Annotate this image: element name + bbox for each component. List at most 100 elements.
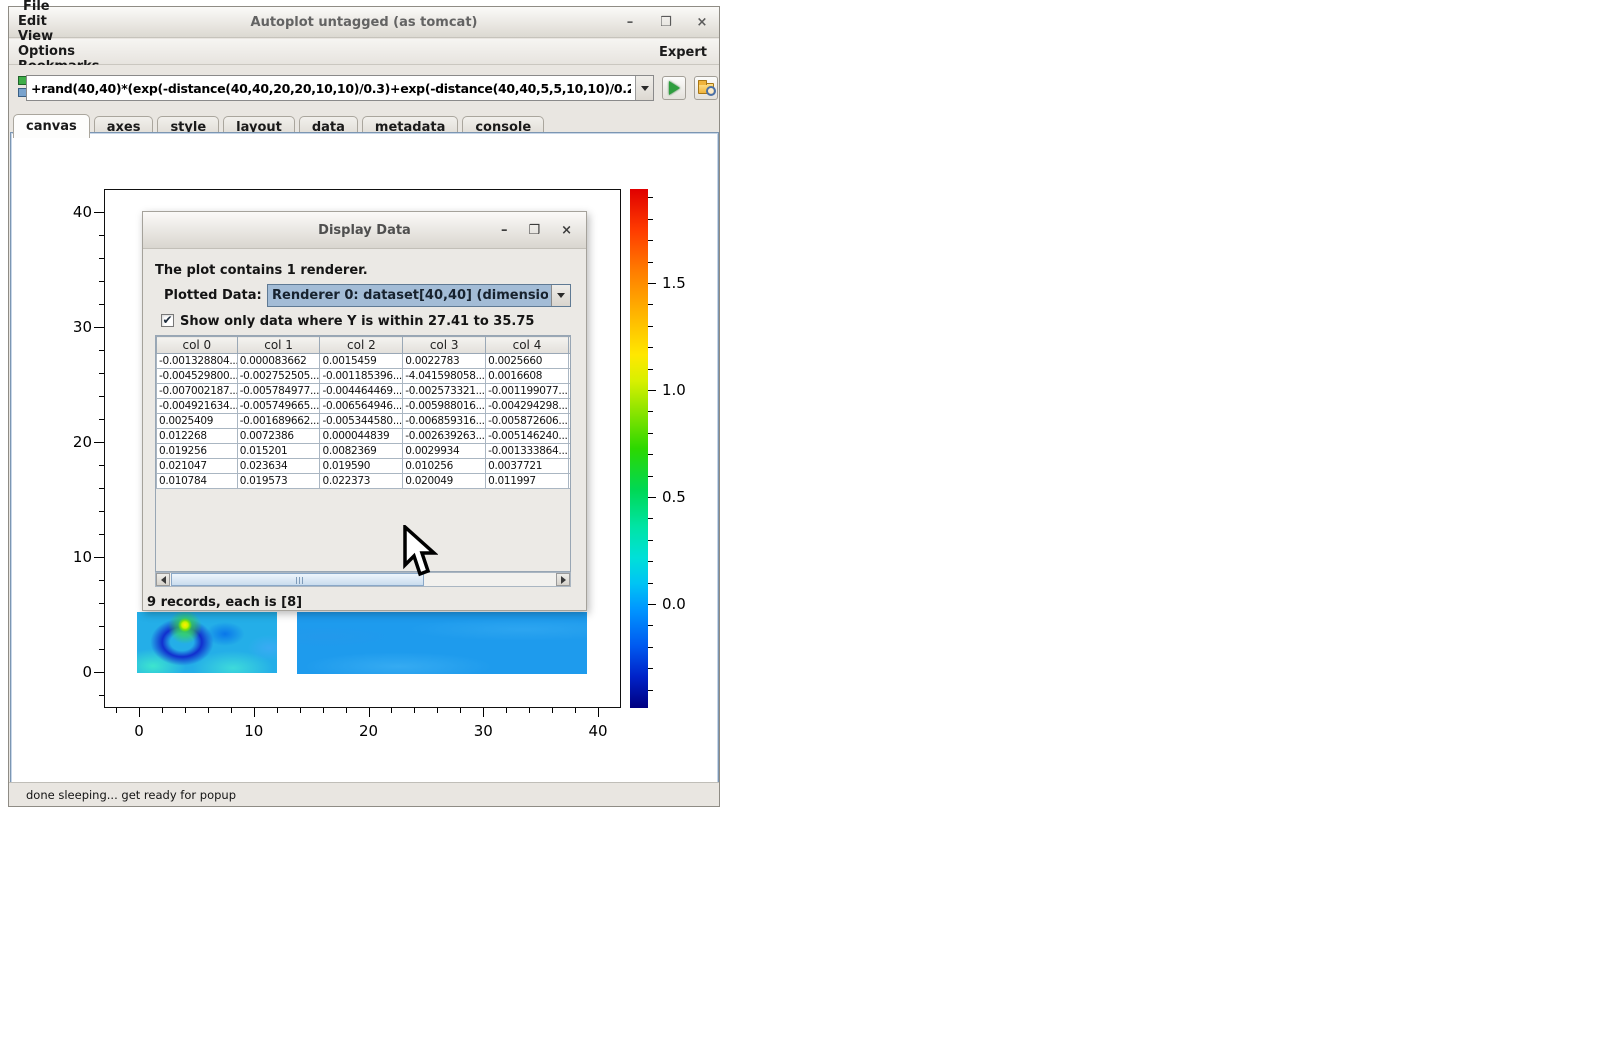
dialog-close-icon[interactable]: × <box>561 223 572 238</box>
table-cell[interactable]: 0.0029934 <box>403 444 486 459</box>
table-row: 0.0122680.00723860.000044839-0.002639263… <box>157 429 572 444</box>
plotted-data-label: Plotted Data: <box>164 288 262 303</box>
scrollbar-thumb[interactable] <box>171 573 424 586</box>
table-cell[interactable]: 0.0025409 <box>157 414 238 429</box>
table-cell[interactable]: 0.0015459 <box>320 354 403 369</box>
table-cell[interactable]: 0.020049 <box>403 474 486 489</box>
table-cell[interactable]: -0.005784977... <box>237 384 320 399</box>
window-titlebar[interactable]: Autoplot untagged (as tomcat) – ❒ × <box>9 7 719 38</box>
table-cell[interactable]: -0.0 <box>568 399 571 414</box>
data-table-viewport[interactable]: col 0col 1col 2col 3col 4 -0.001328804...… <box>155 335 571 572</box>
table-cell[interactable]: -0.004294298... <box>486 399 569 414</box>
table-cell[interactable]: -0.001328804... <box>157 354 238 369</box>
table-cell[interactable]: -0.005872606... <box>486 414 569 429</box>
table-cell[interactable]: -0.001689662... <box>237 414 320 429</box>
table-cell[interactable]: 0.00 <box>568 354 571 369</box>
table-cell[interactable]: 0.012268 <box>157 429 238 444</box>
expert-toggle[interactable]: Expert <box>659 39 707 65</box>
horizontal-scrollbar[interactable] <box>155 572 571 587</box>
table-cell[interactable]: -0.004921634... <box>157 399 238 414</box>
table-cell[interactable]: 0.00 <box>568 474 571 489</box>
dialog-minimize-icon[interactable]: – <box>501 223 508 238</box>
table-cell[interactable]: -0.002752505... <box>237 369 320 384</box>
table-cell[interactable]: -0.0 <box>568 429 571 444</box>
table-cell[interactable]: -0.004464469... <box>320 384 403 399</box>
menu-file[interactable]: File <box>9 0 109 14</box>
inspect-uri-button[interactable] <box>694 76 718 100</box>
table-cell[interactable]: 0.010784 <box>157 474 238 489</box>
table-cell[interactable]: 0.019590 <box>320 459 403 474</box>
table-cell[interactable]: 0.0082369 <box>320 444 403 459</box>
table-cell[interactable]: 0.0016608 <box>486 369 569 384</box>
table-cell[interactable]: -0.005749665... <box>237 399 320 414</box>
filter-label: Show only data where Y is within 27.41 t… <box>180 314 534 329</box>
table-cell[interactable]: -0.002639263... <box>403 429 486 444</box>
table-cell[interactable]: -0.006564946... <box>320 399 403 414</box>
scroll-right-icon[interactable] <box>556 573 570 586</box>
desktop: Autoplot untagged (as tomcat) – ❒ × File… <box>0 0 1600 1050</box>
table-cell[interactable]: -0.0 <box>568 459 571 474</box>
chevron-down-icon <box>641 86 649 91</box>
table-cell[interactable]: 0.00 <box>568 384 571 399</box>
column-header[interactable]: col 1 <box>237 337 320 354</box>
table-cell[interactable]: 0.000083662 <box>237 354 320 369</box>
table-cell[interactable]: 0.023634 <box>237 459 320 474</box>
table-cell[interactable]: -0.007002187... <box>157 384 238 399</box>
table-cell[interactable]: 0.000044839 <box>320 429 403 444</box>
menu-edit[interactable]: Edit <box>9 14 109 29</box>
column-header[interactable]: col 0 <box>157 337 238 354</box>
column-header[interactable]: col 4 <box>486 337 569 354</box>
close-icon[interactable]: × <box>695 16 709 30</box>
table-cell[interactable]: 0.019256 <box>157 444 238 459</box>
column-header[interactable]: col 3 <box>403 337 486 354</box>
table-row: 0.0192560.0152010.00823690.0029934-0.001… <box>157 444 572 459</box>
table-row: -0.007002187...-0.005784977...-0.0044644… <box>157 384 572 399</box>
display-data-dialog: Display Data – ❒ × The plot contains 1 r… <box>142 211 587 611</box>
table-row: -0.001328804...0.0000836620.00154590.002… <box>157 354 572 369</box>
table-cell[interactable]: 0.015201 <box>237 444 320 459</box>
table-row: -0.004529800...-0.002752505...-0.0011853… <box>157 369 572 384</box>
table-cell[interactable]: -0.005344580... <box>320 414 403 429</box>
table-cell[interactable]: -0.002573321... <box>403 384 486 399</box>
table-cell[interactable]: 0.0025660 <box>486 354 569 369</box>
menu-bar: FileEditViewOptionsBookmarksToolsHelp Ex… <box>9 39 719 65</box>
menu-options[interactable]: Options <box>9 44 109 59</box>
table-cell[interactable]: 0.0072386 <box>237 429 320 444</box>
table-cell[interactable]: 0.0022783 <box>403 354 486 369</box>
combo-chevron-down-icon <box>551 285 570 306</box>
maximize-icon[interactable]: ❒ <box>659 16 673 30</box>
uri-dropdown-button[interactable] <box>635 76 653 100</box>
tab-canvas[interactable]: canvas <box>13 114 90 138</box>
table-cell[interactable]: 0.021047 <box>157 459 238 474</box>
column-header[interactable] <box>568 337 571 354</box>
menu-view[interactable]: View <box>9 29 109 44</box>
colorbar[interactable] <box>630 189 648 708</box>
uri-input[interactable] <box>26 75 654 101</box>
table-cell[interactable]: 0.019573 <box>237 474 320 489</box>
table-cell[interactable]: -0.0 <box>568 414 571 429</box>
table-cell[interactable]: -0.001199077... <box>486 384 569 399</box>
table-cell[interactable]: 0.00 <box>568 369 571 384</box>
dialog-maximize-icon[interactable]: ❒ <box>528 223 540 238</box>
uri-toolbar <box>9 65 719 113</box>
table-cell[interactable]: 0.022373 <box>320 474 403 489</box>
table-row: 0.0107840.0195730.0223730.0200490.011997… <box>157 474 572 489</box>
table-cell[interactable]: -0.005146240... <box>486 429 569 444</box>
table-cell[interactable]: 0.0037721 <box>486 459 569 474</box>
table-cell[interactable]: -0.006859316... <box>403 414 486 429</box>
table-cell[interactable]: -0.001333864... <box>486 444 569 459</box>
table-cell[interactable]: -0.005988016... <box>403 399 486 414</box>
table-cell[interactable]: -0.004529800... <box>157 369 238 384</box>
minimize-icon[interactable]: – <box>623 16 637 30</box>
table-cell[interactable]: 0.010256 <box>403 459 486 474</box>
scroll-left-icon[interactable] <box>156 573 170 586</box>
column-header[interactable]: col 2 <box>320 337 403 354</box>
table-cell[interactable]: -0.0 <box>568 444 571 459</box>
go-button[interactable] <box>662 76 686 100</box>
table-cell[interactable]: -0.001185396... <box>320 369 403 384</box>
table-cell[interactable]: 0.011997 <box>486 474 569 489</box>
filter-checkbox[interactable]: ✔ <box>161 314 174 327</box>
table-cell[interactable]: -4.041598058... <box>403 369 486 384</box>
dialog-titlebar[interactable]: Display Data – ❒ × <box>143 212 586 249</box>
plotted-data-select[interactable]: Renderer 0: dataset[40,40] (dimension... <box>267 284 571 307</box>
